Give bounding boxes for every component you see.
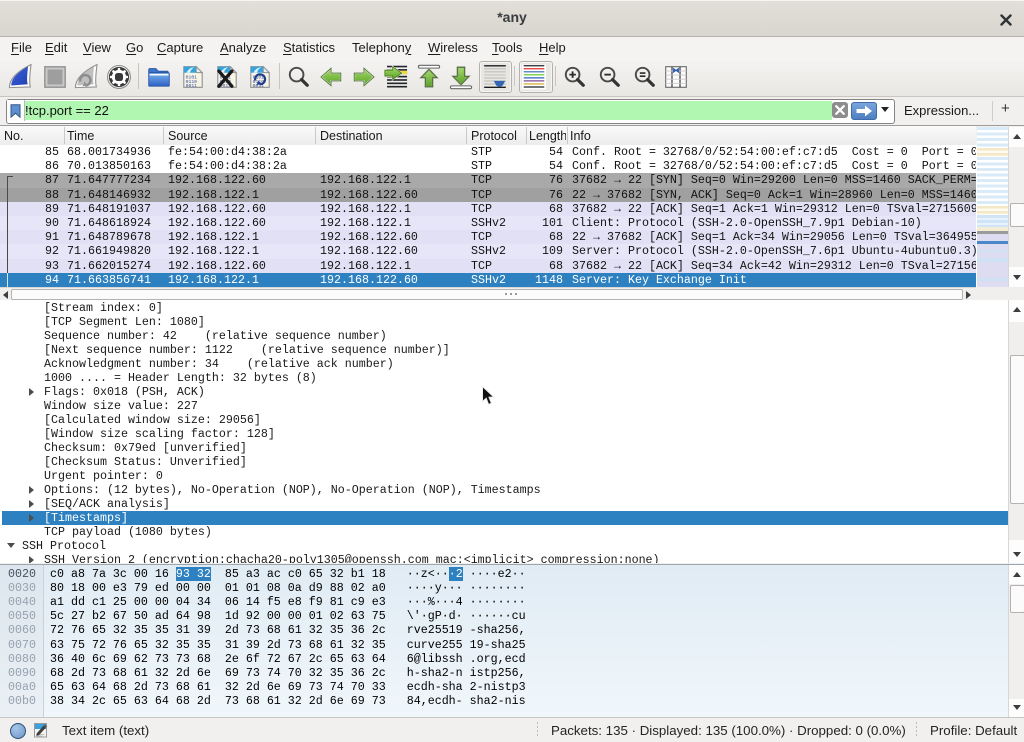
svg-text:0011: 0011: [186, 83, 198, 89]
